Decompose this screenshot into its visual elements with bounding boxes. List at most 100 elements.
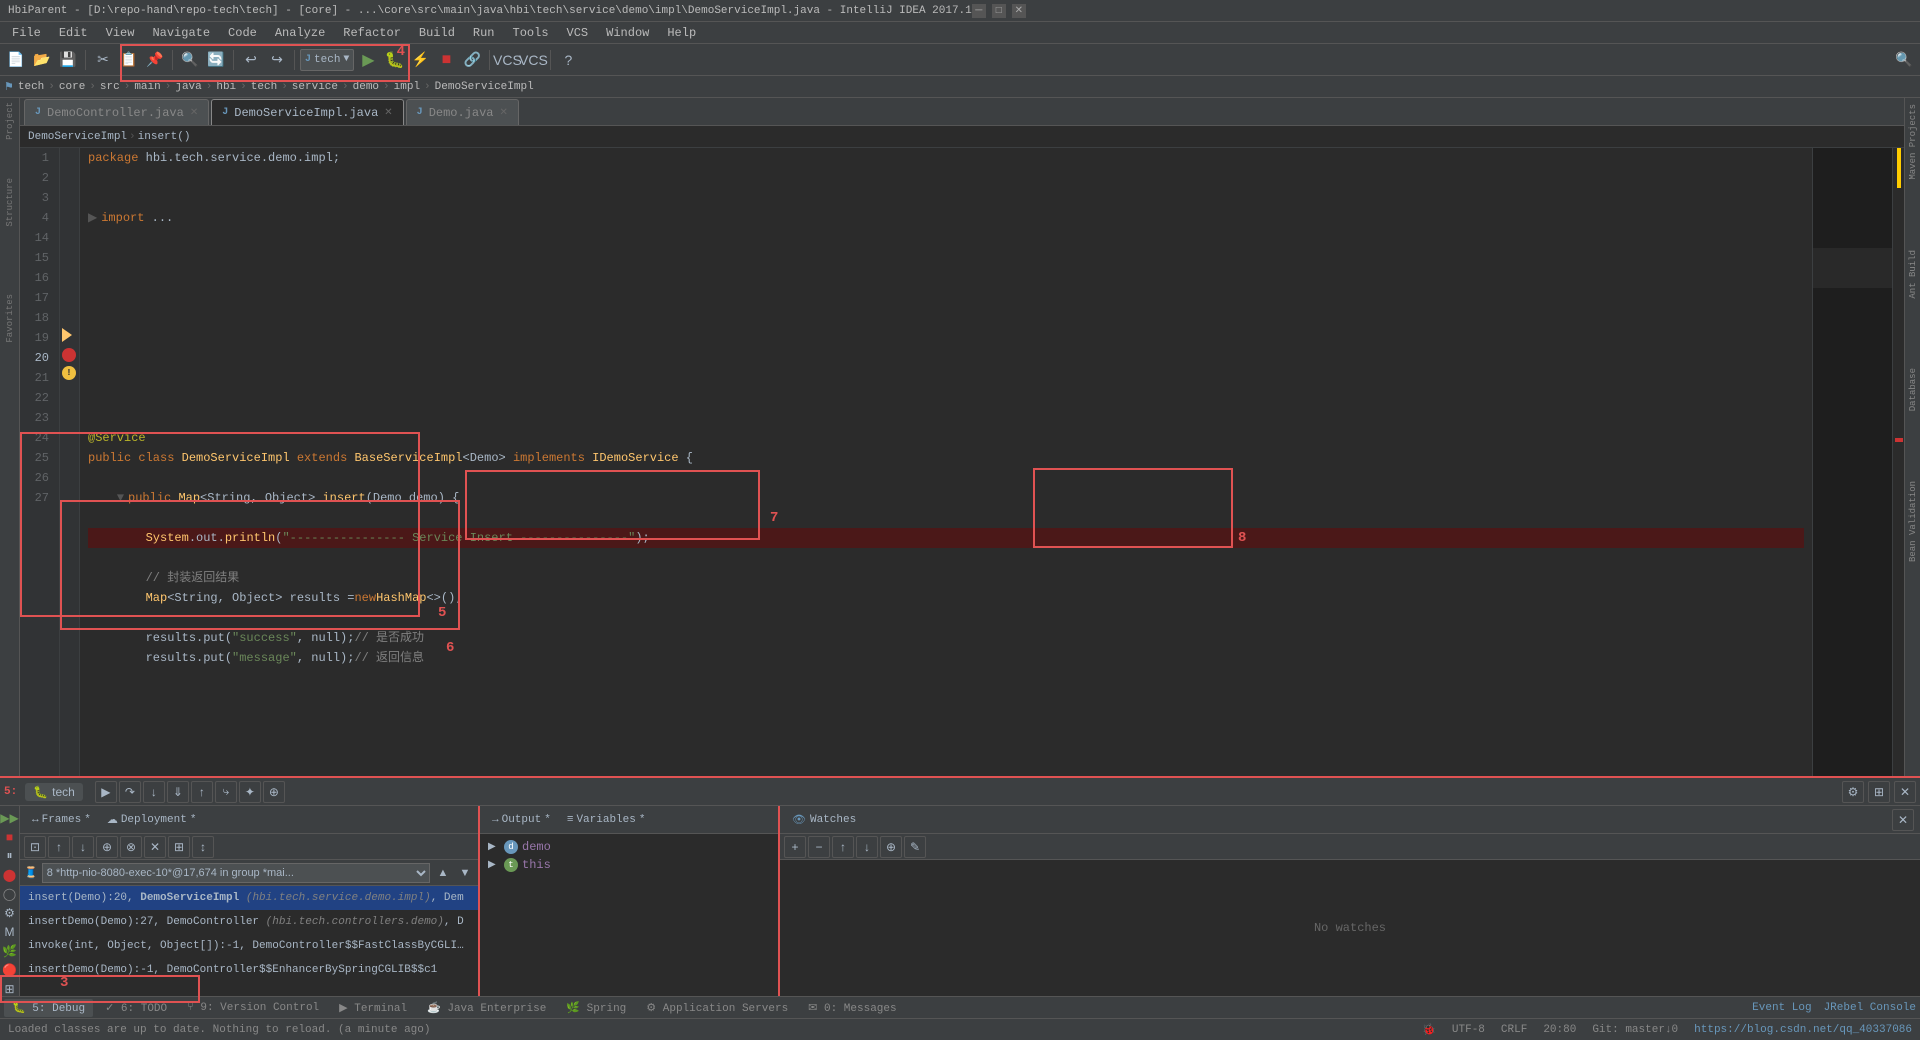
search-everywhere-btn[interactable]: 🔍	[1892, 48, 1916, 72]
force-step-btn[interactable]: ⇓	[167, 781, 189, 803]
open-btn[interactable]: 📂	[30, 48, 54, 72]
nav-java[interactable]: java	[175, 81, 201, 93]
var-expand-this[interactable]: ▶	[488, 859, 500, 871]
menu-navigate[interactable]: Navigate	[144, 24, 218, 42]
nav-demo[interactable]: demo	[353, 81, 379, 93]
frames-tb4[interactable]: ⊕	[96, 836, 118, 858]
thread-dropdown[interactable]: 8 *http-nio-8080-exec-10*@17,674 in grou…	[42, 863, 430, 883]
menu-run[interactable]: Run	[465, 24, 503, 42]
nav-tech[interactable]: tech	[18, 81, 44, 93]
bottom-tab-spring[interactable]: 🌿 Spring	[558, 999, 634, 1017]
frames-tb7[interactable]: ⊞	[168, 836, 190, 858]
bottom-tab-appservers[interactable]: ⚙ Application Servers	[638, 999, 796, 1017]
extra2-btn[interactable]: 🔴	[1, 962, 19, 977]
menu-edit[interactable]: Edit	[51, 24, 96, 42]
alt-btn[interactable]: ⊕	[263, 781, 285, 803]
save-all-btn[interactable]: 💾	[56, 48, 80, 72]
status-encoding[interactable]: UTF-8	[1452, 1024, 1485, 1036]
view-breakpoints-btn[interactable]: ⬤	[1, 867, 19, 882]
stop-debug-btn[interactable]: ■	[1, 829, 19, 844]
paste-btn[interactable]: 📌	[143, 48, 167, 72]
run-btn[interactable]: ▶	[356, 48, 380, 72]
watches-close-btn[interactable]: ✕	[1892, 809, 1914, 831]
find-btn[interactable]: 🔍	[178, 48, 202, 72]
status-blog[interactable]: https://blog.csdn.net/qq_40337086	[1694, 1024, 1912, 1036]
bottom-tab-messages[interactable]: ✉ 0: Messages	[800, 999, 904, 1017]
watches-up-btn[interactable]: ↑	[832, 836, 854, 858]
bottom-tab-todo[interactable]: ✓ 6: TODO	[97, 999, 175, 1017]
nav-hbi[interactable]: hbi	[216, 81, 236, 93]
extra1-btn[interactable]: 🌿	[1, 943, 19, 958]
var-this[interactable]: ▶ t this	[484, 856, 774, 874]
bc-demoimpl[interactable]: DemoServiceImpl	[28, 131, 127, 143]
close-debug-btn[interactable]: ✕	[1894, 781, 1916, 803]
help-btn[interactable]: ?	[556, 48, 580, 72]
redo-btn[interactable]: ↪	[265, 48, 289, 72]
run-cursor-btn[interactable]: ⤷	[215, 781, 237, 803]
step-out-btn[interactable]: ↑	[191, 781, 213, 803]
frames-tb3[interactable]: ↓	[72, 836, 94, 858]
extra3-btn[interactable]: ⊞	[1, 981, 19, 996]
attach-btn[interactable]: 🔗	[460, 48, 484, 72]
thread-down-btn[interactable]: ▼	[456, 864, 474, 882]
watches-tab[interactable]: 👁 Watches	[786, 811, 862, 829]
bottom-tab-vcs[interactable]: ⑂ 9: Version Control	[179, 1000, 327, 1016]
frames-tb1[interactable]: ⊡	[24, 836, 46, 858]
cut-btn[interactable]: ✂	[91, 48, 115, 72]
evaluate-btn[interactable]: ✦	[239, 781, 261, 803]
bc-insert[interactable]: insert()	[138, 131, 191, 143]
settings2-btn[interactable]: ⚙	[1, 905, 19, 920]
pause-btn[interactable]: ⏸	[1, 848, 19, 863]
menu-tools[interactable]: Tools	[505, 24, 557, 42]
frames-tb2[interactable]: ↑	[48, 836, 70, 858]
menu-vcs[interactable]: VCS	[559, 24, 597, 42]
menu-view[interactable]: View	[98, 24, 143, 42]
frame-item-3[interactable]: insertDemo(Demo):-1, DemoController$$Enh…	[20, 958, 478, 982]
ant-label[interactable]: Ant Build	[1908, 250, 1918, 299]
watches-remove-btn[interactable]: −	[808, 836, 830, 858]
code-content[interactable]: package hbi.tech.service.demo.impl; ▶ im…	[80, 148, 1812, 776]
frame-item-1[interactable]: insertDemo(Demo):27, DemoController (hbi…	[20, 910, 478, 934]
status-linesep[interactable]: CRLF	[1501, 1024, 1527, 1036]
bottom-tab-java-ent[interactable]: ☕ Java Enterprise	[419, 999, 554, 1017]
maximize-button[interactable]: □	[992, 4, 1006, 18]
step-into-btn[interactable]: ↓	[143, 781, 165, 803]
frames-tb8[interactable]: ↕	[192, 836, 214, 858]
variables-tab[interactable]: ≡ Variables *	[561, 812, 652, 828]
debug-btn[interactable]: 🐛	[382, 48, 406, 72]
minimize-button[interactable]: ─	[972, 4, 986, 18]
tab-demo[interactable]: J Demo.java ✕	[406, 99, 519, 125]
menu-file[interactable]: File	[4, 24, 49, 42]
restore-btn[interactable]: ⊞	[1868, 781, 1890, 803]
watches-add-btn[interactable]: +	[784, 836, 806, 858]
replace-btn[interactable]: 🔄	[204, 48, 228, 72]
menu-refactor[interactable]: Refactor	[335, 24, 409, 42]
nav-impl[interactable]: impl	[394, 81, 420, 93]
deployment-tab[interactable]: ☁ Deployment *	[101, 811, 203, 829]
watches-edit-btn[interactable]: ✎	[904, 836, 926, 858]
watches-copy-btn[interactable]: ⊕	[880, 836, 902, 858]
scrollbar[interactable]	[1892, 148, 1904, 776]
vcs2-btn[interactable]: VCS	[521, 48, 545, 72]
undo-btn[interactable]: ↩	[239, 48, 263, 72]
new-project-btn[interactable]: 📄	[4, 48, 28, 72]
project-icon[interactable]: Project	[5, 102, 15, 140]
menu-help[interactable]: Help	[659, 24, 704, 42]
nav-tech2[interactable]: tech	[251, 81, 277, 93]
memory-btn[interactable]: M	[1, 924, 19, 939]
structure-icon[interactable]: Structure	[5, 178, 15, 227]
menu-build[interactable]: Build	[411, 24, 463, 42]
maven-label[interactable]: Maven Projects	[1908, 104, 1918, 180]
thread-up-btn[interactable]: ▲	[434, 864, 452, 882]
tab-demo-close[interactable]: ✕	[500, 107, 508, 119]
frame-item-2[interactable]: invoke(int, Object, Object[]):-1, DemoCo…	[20, 934, 478, 958]
nav-core[interactable]: core	[59, 81, 85, 93]
frames-tab[interactable]: ↔ Frames *	[26, 812, 97, 828]
rerun-btn[interactable]: ▶▶	[1, 810, 19, 825]
status-git[interactable]: Git: master↓0	[1592, 1024, 1678, 1036]
frames-tb5[interactable]: ⊗	[120, 836, 142, 858]
nav-demoimpl[interactable]: DemoServiceImpl	[435, 81, 534, 93]
nav-main[interactable]: main	[134, 81, 160, 93]
stop-btn[interactable]: ■	[434, 48, 458, 72]
resume-btn[interactable]: ▶	[95, 781, 117, 803]
